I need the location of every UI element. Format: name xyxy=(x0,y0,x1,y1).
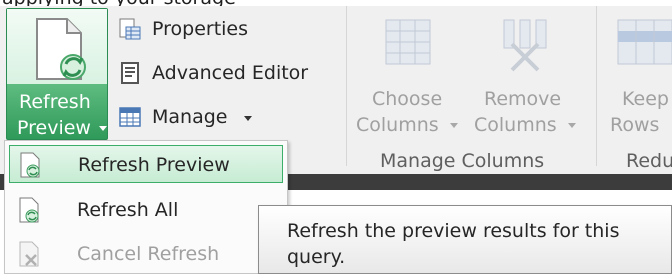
menu-item-cancel-refresh[interactable]: Cancel Refresh xyxy=(9,235,283,273)
manage-table-icon xyxy=(119,107,141,127)
manage-columns-group-label: Manage Columns xyxy=(380,150,545,172)
menu-item-label: Refresh All xyxy=(77,199,179,221)
properties-button[interactable]: Properties xyxy=(116,14,276,44)
remove-columns-label-line1: Remove xyxy=(484,88,562,110)
refresh-document-icon xyxy=(36,18,86,80)
remove-columns-icon xyxy=(503,19,547,72)
cancel-refresh-icon xyxy=(19,241,39,267)
menu-item-refresh-preview[interactable]: Refresh Preview xyxy=(9,145,283,183)
chevron-down-icon xyxy=(244,116,252,121)
refresh-all-icon xyxy=(19,197,39,223)
advanced-editor-icon xyxy=(121,62,139,84)
choose-columns-label-line2: Columns xyxy=(356,114,439,136)
keep-rows-icon xyxy=(617,19,672,65)
remove-columns-label-line2: Columns xyxy=(474,114,557,136)
properties-label: Properties xyxy=(152,18,249,40)
manage-label: Manage xyxy=(152,106,228,128)
chevron-down-icon xyxy=(568,123,576,128)
properties-icon xyxy=(119,18,141,40)
keep-rows-label-line1: Keep xyxy=(622,88,669,110)
ribbon-group-separator xyxy=(596,6,597,166)
refresh-dropdown-menu: Refresh Preview Refresh All Cancel Refre… xyxy=(4,140,288,274)
menu-item-refresh-all[interactable]: Refresh All xyxy=(9,191,283,229)
reduce-rows-group-label: Redu xyxy=(626,150,672,172)
choose-columns-label-line1: Choose xyxy=(372,88,443,110)
refresh-preview-label-line2: Preview xyxy=(17,117,91,139)
tooltip-text: Refresh the preview results for this que… xyxy=(287,220,620,268)
advanced-editor-button[interactable]: Advanced Editor xyxy=(116,58,330,88)
keep-rows-label-line2: Rows xyxy=(610,114,660,136)
choose-columns-button[interactable]: Choose Columns xyxy=(356,10,460,140)
refresh-preview-label-line1: Refresh xyxy=(19,91,91,113)
refresh-preview-icon xyxy=(20,152,40,178)
menu-item-label: Cancel Refresh xyxy=(77,243,220,265)
ribbon-group-separator xyxy=(346,6,347,166)
chevron-down-icon xyxy=(450,123,458,128)
tooltip: Refresh the preview results for this que… xyxy=(258,205,672,274)
remove-columns-button[interactable]: Remove Columns xyxy=(470,10,582,140)
advanced-editor-label: Advanced Editor xyxy=(152,62,309,84)
menu-item-label: Refresh Preview xyxy=(78,154,230,176)
keep-rows-button[interactable]: Keep Rows xyxy=(606,10,672,140)
refresh-preview-button[interactable]: Refresh Preview xyxy=(6,8,108,140)
chevron-down-icon xyxy=(99,126,107,131)
manage-button[interactable]: Manage xyxy=(116,102,266,132)
choose-columns-icon xyxy=(385,19,431,65)
